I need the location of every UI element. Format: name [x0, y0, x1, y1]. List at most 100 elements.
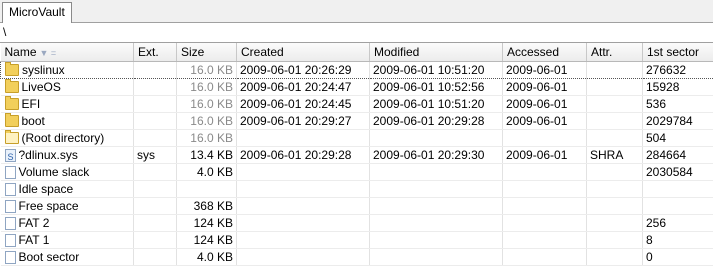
table-row[interactable]: Free space 368 KB [0, 197, 713, 215]
cell-size: 16.0 KB [176, 61, 237, 79]
cell-attr [586, 163, 643, 181]
file-list[interactable]: Name ▼ = Ext. Size Created Modified Acces… [0, 42, 713, 275]
column-header-attr[interactable]: Attr. [586, 43, 643, 62]
cell-accessed: 2009-06-01 [502, 61, 587, 79]
table-row[interactable]: Idle space [0, 180, 713, 198]
file-name: LiveOS [21, 80, 61, 94]
cell-ext [133, 95, 177, 113]
cell-first-sector [642, 180, 713, 198]
table-row[interactable]: FAT 2 124 KB 256 [0, 214, 713, 232]
cell-name[interactable]: boot [0, 112, 134, 130]
cell-modified [369, 129, 503, 147]
cell-name[interactable]: Volume slack [0, 163, 134, 181]
file-name: Free space [18, 199, 79, 213]
cell-modified: 2009-06-01 10:51:20 [369, 61, 503, 79]
folder-icon [4, 113, 19, 127]
table-row[interactable]: ?dlinux.sys sys13.4 KB2009-06-01 20:29:28… [0, 146, 713, 164]
cell-created: 2009-06-01 20:29:28 [236, 146, 370, 164]
cell-created: 2009-06-01 20:24:47 [236, 78, 370, 96]
cell-size: 4.0 KB [176, 248, 237, 266]
file-icon [4, 199, 16, 213]
cell-attr [586, 214, 643, 232]
table-row[interactable]: Boot sector 4.0 KB 0 [0, 248, 713, 266]
cell-accessed: 2009-06-01 [502, 112, 587, 130]
cell-ext: sys [133, 146, 177, 164]
cell-created [236, 231, 370, 249]
cell-name[interactable]: EFI [0, 95, 134, 113]
column-header-modified[interactable]: Modified [369, 43, 503, 62]
cell-name[interactable]: syslinux [0, 61, 134, 79]
cell-modified: 2009-06-01 10:52:56 [369, 78, 503, 96]
cell-attr [586, 180, 643, 198]
cell-ext [133, 78, 177, 96]
file-icon [4, 216, 16, 230]
cell-accessed: 2009-06-01 [502, 78, 587, 96]
cell-accessed [502, 163, 587, 181]
cell-ext [133, 129, 177, 147]
cell-ext [133, 197, 177, 215]
table-row[interactable]: (Root directory) 16.0 KB 504 [0, 129, 713, 147]
cell-first-sector: 2030584 [642, 163, 713, 181]
cell-first-sector [642, 197, 713, 215]
column-header-name[interactable]: Name ▼ = [0, 43, 134, 62]
file-icon [4, 182, 16, 196]
cell-size: 16.0 KB [176, 129, 237, 147]
table-row[interactable]: EFI 16.0 KB 2009-06-01 20:24:45 2009-06-01 … [0, 95, 713, 113]
column-header-name-label: Name [4, 45, 37, 59]
file-name: Idle space [18, 182, 74, 196]
file-name: ?dlinux.sys [18, 148, 78, 162]
folder-icon [4, 96, 19, 110]
column-header-ext[interactable]: Ext. [133, 43, 177, 62]
cell-modified [369, 197, 503, 215]
cell-modified: 2009-06-01 10:51:20 [369, 95, 503, 113]
table-row[interactable]: LiveOS 16.0 KB 2009-06-01 20:24:47 2009-06-… [0, 78, 713, 96]
cell-name[interactable]: Idle space [0, 180, 134, 198]
cell-size: 13.4 KB [176, 146, 237, 164]
cell-name[interactable]: ?dlinux.sys [0, 146, 134, 164]
sort-indicator-icon: ▼ = [39, 48, 57, 58]
cell-name[interactable]: Boot sector [0, 248, 134, 266]
cell-ext [133, 180, 177, 198]
cell-name[interactable]: (Root directory) [0, 129, 134, 147]
file-name: boot [21, 114, 45, 128]
cell-modified [369, 248, 503, 266]
cell-first-sector: 256 [642, 214, 713, 232]
cell-first-sector: 504 [642, 129, 713, 147]
cell-size: 4.0 KB [176, 163, 237, 181]
cell-accessed [502, 180, 587, 198]
tab-microvault[interactable]: MicroVault [2, 2, 72, 24]
cell-first-sector: 2029784 [642, 112, 713, 130]
path-bar: \ [0, 23, 713, 42]
cell-created [236, 197, 370, 215]
cell-ext [133, 214, 177, 232]
column-header-accessed[interactable]: Accessed [502, 43, 587, 62]
cell-modified: 2009-06-01 20:29:28 [369, 112, 503, 130]
file-name: syslinux [22, 63, 65, 77]
cell-attr [586, 248, 643, 266]
cell-accessed [502, 214, 587, 232]
file-name: EFI [21, 97, 41, 111]
tab-bar: MicroVault [0, 0, 713, 24]
cell-ext [133, 231, 177, 249]
cell-name[interactable]: Free space [0, 197, 134, 215]
file-table: Name ▼ = Ext. Size Created Modified Acces… [0, 43, 713, 266]
cell-first-sector: 8 [642, 231, 713, 249]
file-icon [4, 250, 16, 264]
cell-size [176, 180, 237, 198]
table-row[interactable]: Volume slack 4.0 KB 2030584 [0, 163, 713, 181]
column-header-size[interactable]: Size [176, 43, 237, 62]
cell-name[interactable]: LiveOS [0, 78, 134, 96]
column-header-created[interactable]: Created [236, 43, 370, 62]
cell-attr [586, 78, 643, 96]
file-name: (Root directory) [21, 131, 105, 145]
column-header-first-sector[interactable]: 1st sector [642, 43, 713, 62]
folder-icon [5, 62, 19, 76]
table-row[interactable]: boot 16.0 KB 2009-06-01 20:29:27 2009-06-01… [0, 112, 713, 130]
cell-name[interactable]: FAT 2 [0, 214, 134, 232]
cell-name[interactable]: FAT 1 [0, 231, 134, 249]
cell-attr: SHRA [586, 146, 643, 164]
cell-accessed [502, 129, 587, 147]
table-row[interactable]: syslinux 16.0 KB 2009-06-01 20:26:29 2009-0… [0, 61, 713, 79]
table-row[interactable]: FAT 1 124 KB 8 [0, 231, 713, 249]
cell-accessed [502, 231, 587, 249]
